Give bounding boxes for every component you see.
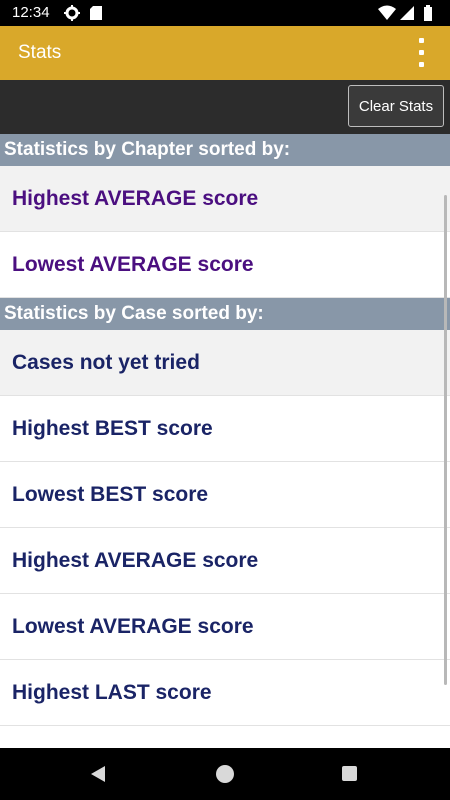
section-header-case: Statistics by Case sorted by: [0,298,450,330]
more-vert-icon[interactable] [414,38,428,68]
navigation-bar [0,748,450,800]
recents-icon[interactable] [342,766,357,781]
list-item-lowest-best[interactable]: Lowest BEST score [0,462,450,528]
scrollbar[interactable] [444,195,447,685]
status-right-icons [378,5,438,21]
list-item-chapter-highest-average[interactable]: Highest AVERAGE score [0,166,450,232]
list-item-lowest-average[interactable]: Lowest AVERAGE score [0,594,450,660]
gear-icon [64,5,80,21]
stats-list[interactable]: Statistics by Chapter sorted by: Highest… [0,134,450,748]
list-item-highest-best[interactable]: Highest BEST score [0,396,450,462]
clear-stats-button[interactable]: Clear Stats [348,85,444,127]
section-header-chapter: Statistics by Chapter sorted by: [0,134,450,166]
list-item-chapter-lowest-average[interactable]: Lowest AVERAGE score [0,232,450,298]
wifi-icon [378,5,396,20]
sd-card-icon [90,6,102,20]
battery-icon [424,5,432,21]
list-item-highest-average[interactable]: Highest AVERAGE score [0,528,450,594]
back-icon[interactable] [89,765,107,783]
toolbar: Clear Stats [0,80,450,134]
status-bar: 12:34 [0,0,450,26]
app-title: Stats [18,42,62,63]
home-icon[interactable] [216,765,234,783]
list-item-cases-not-tried[interactable]: Cases not yet tried [0,330,450,396]
status-time: 12:34 [12,4,50,21]
list-item-highest-last[interactable]: Highest LAST score [0,660,450,726]
signal-icon [400,6,414,20]
status-left-icons [64,5,110,21]
app-bar: Stats [0,26,450,80]
